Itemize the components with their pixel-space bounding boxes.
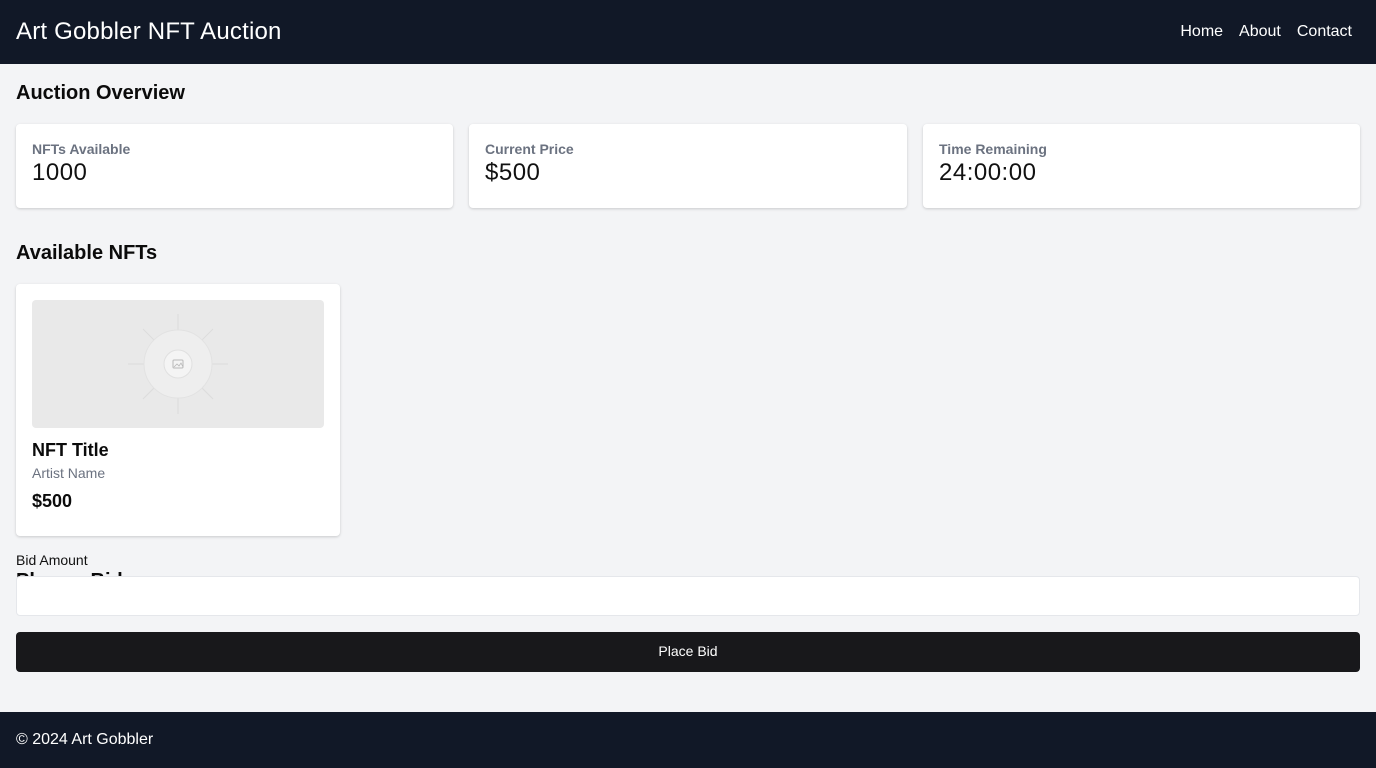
stat-label: NFTs Available [32,141,131,157]
stat-label: Current Price [485,141,574,157]
stat-value: 24:00:00 [939,159,1037,186]
nft-image [32,300,324,428]
nft-card[interactable]: NFT Title Artist Name $500 [16,284,340,536]
available-nfts-heading: Available NFTs [16,242,158,264]
nav-contact-link[interactable]: Contact [1297,23,1352,41]
stat-card-time-remaining: Time Remaining 24:00:00 [923,124,1360,208]
main-nav: Home About Contact [1180,23,1360,41]
image-placeholder-icon [128,314,228,414]
copyright-text: © 2024 Art Gobbler [16,731,154,748]
stat-card-nfts-available: NFTs Available 1000 [16,124,453,208]
stat-label: Time Remaining [939,141,1047,157]
bid-amount-label: Bid Amount [16,552,88,568]
nft-price: $500 [32,491,73,511]
footer: © 2024 Art Gobbler [0,712,1376,768]
nft-artist: Artist Name [32,465,106,481]
nav-about-link[interactable]: About [1239,23,1281,41]
place-bid-button[interactable]: Place Bid [16,632,1360,672]
stat-value: 1000 [32,159,88,186]
top-header: Art Gobbler NFT Auction Home About Conta… [0,0,1376,64]
nav-home-link[interactable]: Home [1180,23,1223,41]
auction-overview-heading: Auction Overview [16,82,185,104]
stat-value: $500 [485,159,541,186]
bid-amount-input[interactable] [16,576,1360,616]
nft-title: NFT Title [32,440,109,460]
stat-card-current-price: Current Price $500 [469,124,907,208]
app-title: Art Gobbler NFT Auction [16,18,282,45]
